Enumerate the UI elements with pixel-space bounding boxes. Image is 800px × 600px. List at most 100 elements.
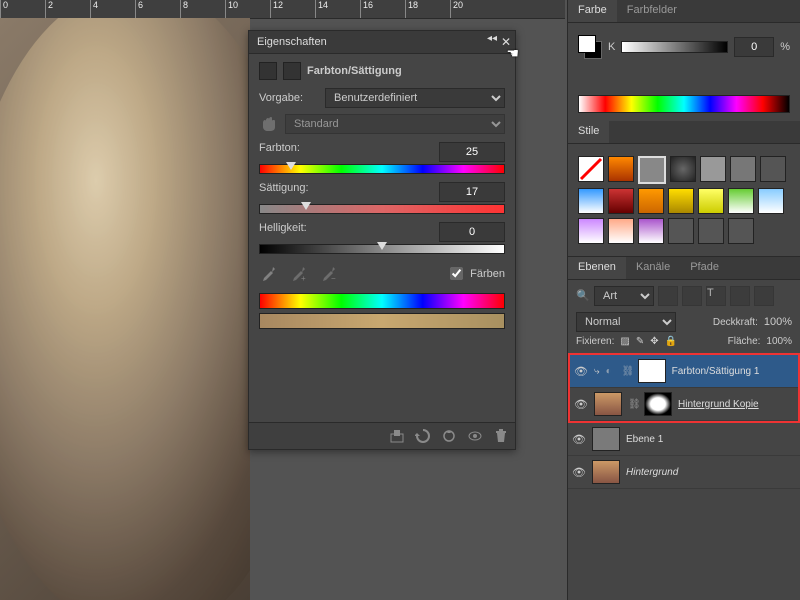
layer-mask-thumb[interactable] [644,392,672,416]
layer-row[interactable]: 👁 ⤷ ◐ ⛓ Farbton/Sättigung 1 [570,355,798,388]
preset-label: Vorgabe: [259,92,319,104]
blend-mode-select[interactable]: Normal [576,312,676,332]
channel-select[interactable]: Standard [285,114,505,134]
style-swatch[interactable] [760,156,786,182]
reset-icon[interactable] [441,428,457,444]
lock-all-icon[interactable]: 🔒 [665,336,677,347]
visibility-toggle-icon[interactable]: 👁 [574,398,588,411]
style-swatch[interactable] [608,188,634,214]
layer-name[interactable]: Hintergrund [626,467,678,478]
hue-slider[interactable] [259,164,505,174]
layer-filter-select[interactable]: Art [594,286,654,306]
adjustment-icon: ◐ [606,366,616,377]
clip-indicator-icon: ⤷ [594,366,600,377]
clip-to-layer-icon[interactable] [389,428,405,444]
tab-layers[interactable]: Ebenen [568,257,626,279]
visibility-toggle-icon[interactable]: 👁 [572,466,586,479]
eyedropper-icon[interactable] [259,265,277,283]
style-none[interactable] [578,156,604,182]
color-tabs: Farbe Farbfelder [568,0,800,23]
layer-name[interactable]: Ebene 1 [626,434,663,445]
color-spectrum[interactable] [578,95,790,113]
saturation-label: Sättigung: [259,182,309,202]
trash-icon[interactable] [493,428,509,444]
style-swatch[interactable] [730,156,756,182]
saturation-slider[interactable] [259,204,505,214]
lock-brush-icon[interactable]: ✎ [636,336,644,347]
filter-adjustment-icon[interactable] [682,286,702,306]
visibility-toggle-icon[interactable]: 👁 [574,365,588,378]
fill-label: Fläche: [728,336,761,347]
adjustment-preset-icon[interactable] [259,62,277,80]
style-swatch[interactable] [578,218,604,244]
style-swatch[interactable] [638,218,664,244]
cursor-pointer-icon: ☚ [506,45,519,62]
hue-label: Farbton: [259,142,300,162]
layer-name[interactable]: Hintergrund Kopie [678,399,759,410]
style-swatch[interactable] [670,156,696,182]
layer-mask-thumb[interactable] [638,359,666,383]
style-swatch[interactable] [700,156,726,182]
svg-text:+: + [301,274,306,283]
visibility-icon[interactable] [467,428,483,444]
filter-pixel-icon[interactable] [658,286,678,306]
visibility-toggle-icon[interactable]: 👁 [572,433,586,446]
tab-paths[interactable]: Pfade [680,257,729,279]
filter-shape-icon[interactable] [730,286,750,306]
canvas[interactable] [0,18,250,600]
style-swatch[interactable] [728,188,754,214]
previous-state-icon[interactable] [415,428,431,444]
saturation-input[interactable] [439,182,505,202]
opacity-value[interactable]: 100% [764,316,792,328]
eyedropper-subtract-icon[interactable]: − [319,265,337,283]
hue-input[interactable] [439,142,505,162]
hand-scrubby-icon[interactable] [259,115,279,133]
lightness-input[interactable] [439,222,505,242]
layer-name[interactable]: Farbton/Sättigung 1 [672,366,760,377]
k-slider[interactable] [621,41,728,53]
style-swatch[interactable] [608,156,634,182]
style-swatch[interactable] [638,156,666,184]
filter-type-icon[interactable]: T [706,286,726,306]
layer-thumb[interactable] [592,427,620,451]
collapse-icon[interactable]: ◂◂ [487,33,497,44]
layer-row[interactable]: 👁 ⛓ Hintergrund Kopie [570,388,798,421]
style-swatch[interactable] [608,218,634,244]
properties-panel: Eigenschaften ◂◂ ✕ ☚ Farbton/Sättigung V… [248,30,516,450]
k-label: K [608,41,615,53]
eyedropper-add-icon[interactable]: + [289,265,307,283]
lock-transparency-icon[interactable]: ▨ [620,336,629,347]
tab-swatches[interactable]: Farbfelder [617,0,687,22]
style-swatch[interactable] [578,188,604,214]
layer-row[interactable]: 👁 Ebene 1 [568,423,800,456]
style-swatch[interactable] [698,188,724,214]
search-icon[interactable]: 🔍 [576,289,590,303]
style-swatch[interactable] [758,188,784,214]
foreground-background-swatch[interactable] [578,35,602,59]
style-swatch[interactable] [698,218,724,244]
k-input[interactable] [734,37,774,57]
fill-value[interactable]: 100% [766,336,792,347]
properties-tab[interactable]: Eigenschaften ◂◂ ✕ ☚ [249,31,515,54]
preset-select[interactable]: Benutzerdefiniert [325,88,505,108]
tab-channels[interactable]: Kanäle [626,257,680,279]
layer-row[interactable]: 👁 Hintergrund [568,456,800,489]
filter-smart-icon[interactable] [754,286,774,306]
lightness-slider[interactable] [259,244,505,254]
layer-thumb[interactable] [592,460,620,484]
style-swatch[interactable] [668,218,694,244]
colorize-checkbox[interactable]: Färben [446,264,505,283]
tab-styles[interactable]: Stile [568,121,609,143]
ruler-horizontal: 024 6810 121416 1820 [0,0,565,19]
styles-grid [568,144,800,256]
color-range-after [259,313,505,329]
document-image [0,18,250,600]
style-swatch[interactable] [668,188,694,214]
style-swatch[interactable] [638,188,664,214]
lock-position-icon[interactable]: ✥ [650,336,658,347]
link-icon: ⛓ [628,399,638,410]
tab-color[interactable]: Farbe [568,0,617,22]
adjustment-mask-icon[interactable] [283,62,301,80]
style-swatch[interactable] [728,218,754,244]
layer-thumb[interactable] [594,392,622,416]
